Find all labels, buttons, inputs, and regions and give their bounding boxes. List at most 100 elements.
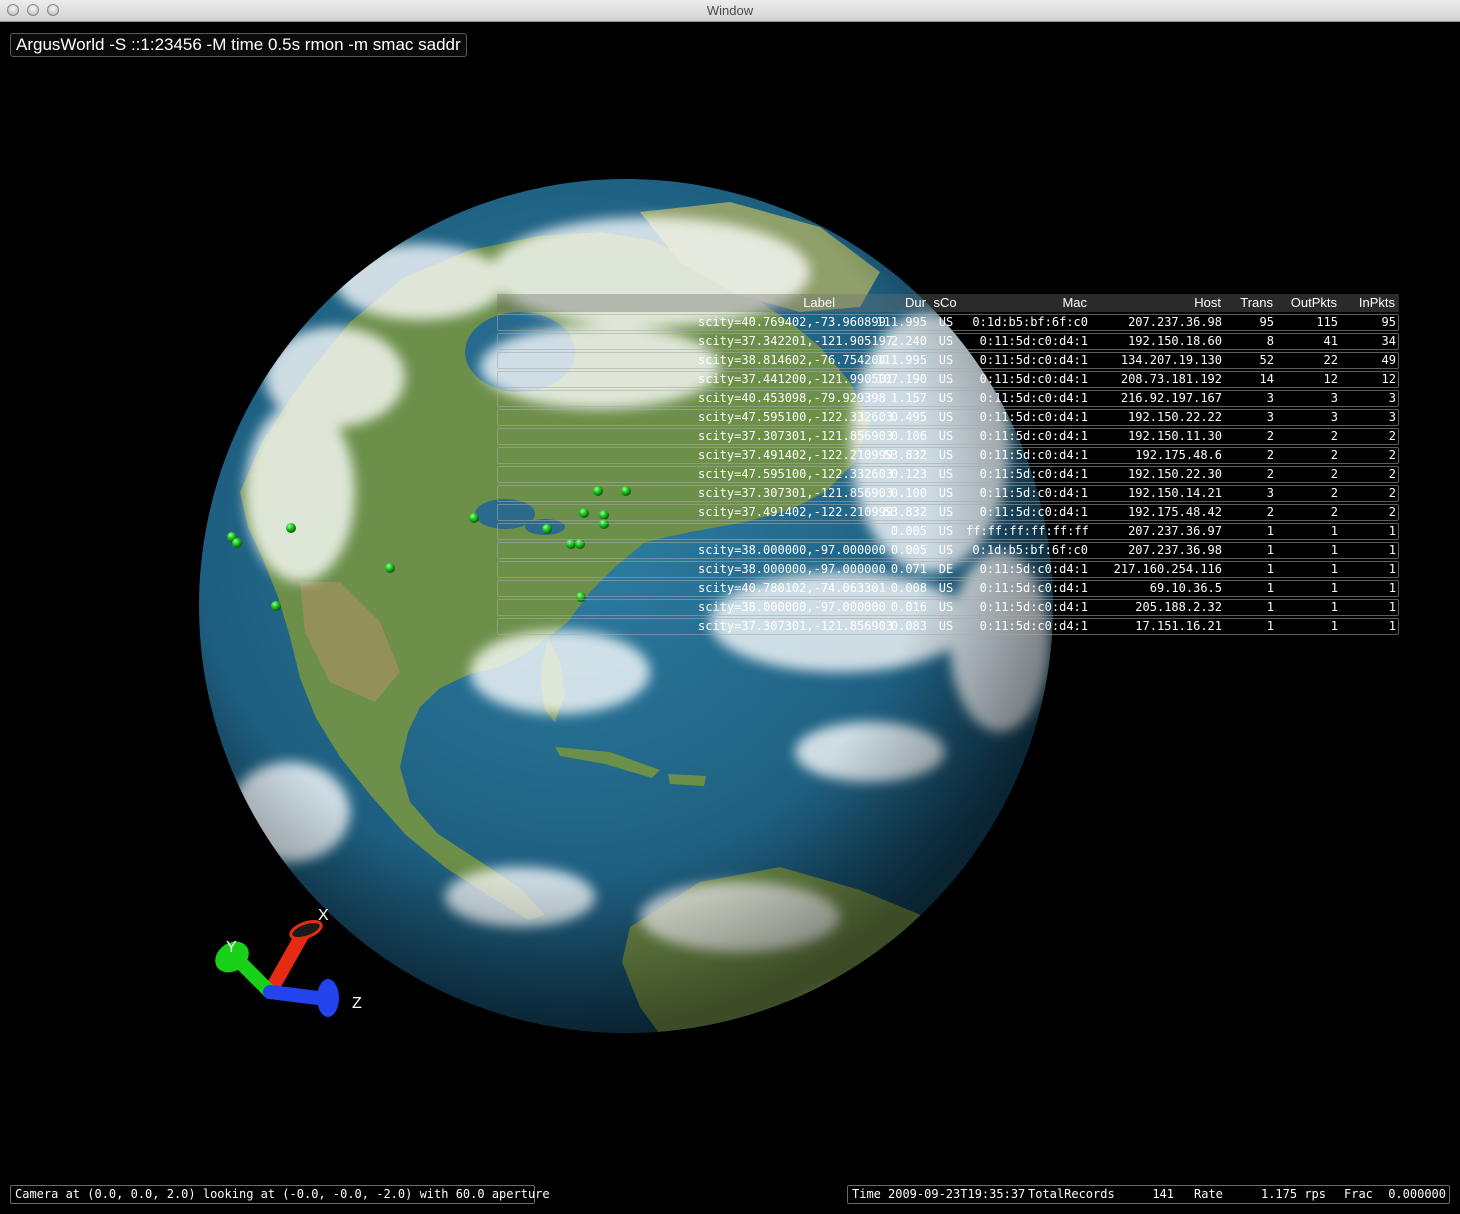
host-marker[interactable] bbox=[469, 513, 479, 523]
z-axis-arrow bbox=[263, 985, 325, 1005]
table-row[interactable]: scity=37.307301,-121.856903 0.083 US 0:11:5… bbox=[497, 618, 1399, 635]
table-row[interactable]: scity=37.342201,-121.905197 2.240 US 0:11:5… bbox=[497, 333, 1399, 350]
cell-mac: 0:11:5d:c0:d4:1 bbox=[979, 619, 1088, 633]
cell-trans: 95 bbox=[1259, 315, 1274, 329]
cell-trans: 14 bbox=[1259, 372, 1274, 386]
cell-sco: US bbox=[938, 619, 954, 633]
cell-dur: 0.123 bbox=[890, 467, 927, 481]
cell-outpkts: 115 bbox=[1316, 315, 1338, 329]
cell-trans: 2 bbox=[1266, 448, 1274, 462]
cell-label: scity=37.342201,-121.905197 bbox=[698, 334, 894, 348]
cell-sco: US bbox=[938, 429, 954, 443]
cell-trans: 3 bbox=[1266, 391, 1274, 405]
cell-dur: 0.083 bbox=[890, 619, 927, 633]
table-row[interactable]: scity=37.307301,-121.856903 0.106 US 0:11:5… bbox=[497, 428, 1399, 445]
cell-outpkts: 1 bbox=[1330, 581, 1338, 595]
cell-inpkts: 2 bbox=[1388, 429, 1396, 443]
cell-host: 207.237.36.98 bbox=[1128, 315, 1222, 329]
table-row[interactable]: scity=47.595100,-122.332603 0.495 US 0:11:5… bbox=[497, 409, 1399, 426]
header-dur[interactable]: Dur bbox=[842, 294, 926, 312]
cell-sco: US bbox=[938, 600, 954, 614]
time-value: 2009-09-23T19:35:37 bbox=[888, 1187, 1026, 1201]
table-row[interactable]: scity=40.780102,-74.063301 0.008 US 0:11:5d… bbox=[497, 580, 1399, 597]
cell-sco: US bbox=[938, 505, 954, 519]
cell-mac: 0:11:5d:c0:d4:1 bbox=[979, 467, 1088, 481]
host-marker[interactable] bbox=[385, 563, 395, 573]
y-axis-label: Y bbox=[226, 939, 237, 956]
cell-outpkts: 1 bbox=[1330, 562, 1338, 576]
window-title: Window bbox=[706, 3, 754, 18]
cell-label: scity=38.000000,-97.000000 bbox=[698, 562, 886, 576]
table-row[interactable]: 0.005 US ff:ff:ff:ff:ff:ff 207.237.36.97 1 1 1 bbox=[497, 523, 1399, 540]
table-row[interactable]: scity=40.769402,-73.960899 111.995 US 0:1d:… bbox=[497, 314, 1399, 331]
cell-host: 192.150.11.30 bbox=[1128, 429, 1222, 443]
cell-inpkts: 1 bbox=[1388, 600, 1396, 614]
cell-sco: US bbox=[938, 353, 954, 367]
cell-dur: 0.071 bbox=[890, 562, 927, 576]
table-row[interactable]: scity=38.814602,-76.754204 111.995 US 0:11:… bbox=[497, 352, 1399, 369]
cell-outpkts: 22 bbox=[1323, 353, 1338, 367]
table-row[interactable]: scity=37.491402,-122.210999 53.832 US 0:11:… bbox=[497, 447, 1399, 464]
host-marker[interactable] bbox=[271, 601, 281, 611]
rate-label: Rate bbox=[1194, 1187, 1223, 1201]
cell-dur: 53.832 bbox=[883, 505, 927, 519]
cell-label: scity=38.814602,-76.754204 bbox=[698, 353, 886, 367]
cell-dur: 0.100 bbox=[890, 486, 927, 500]
cell-inpkts: 1 bbox=[1388, 543, 1396, 557]
header-inpkts[interactable]: InPkts bbox=[1343, 294, 1395, 312]
cell-host: 192.150.22.30 bbox=[1128, 467, 1222, 481]
host-marker[interactable] bbox=[232, 538, 242, 548]
table-row[interactable]: scity=38.000000,-97.000000 0.016 US 0:11:5d… bbox=[497, 599, 1399, 616]
cell-host: 208.73.181.192 bbox=[1120, 372, 1222, 386]
rate-value: 1.175 rps bbox=[1260, 1187, 1326, 1201]
header-outpkts[interactable]: OutPkts bbox=[1279, 294, 1337, 312]
cell-label: scity=37.441200,-121.990501 bbox=[698, 372, 894, 386]
cell-host: 192.175.48.42 bbox=[1128, 505, 1222, 519]
cell-mac: 0:1d:b5:bf:6f:c0 bbox=[972, 315, 1088, 329]
table-row[interactable]: scity=40.453098,-79.929398 1.157 US 0:11:5d… bbox=[497, 390, 1399, 407]
title-bar[interactable]: Window bbox=[0, 0, 1460, 22]
table-row[interactable]: scity=38.000000,-97.000000 0.005 US 0:1d:b5… bbox=[497, 542, 1399, 559]
cell-dur: 111.995 bbox=[876, 315, 927, 329]
header-trans[interactable]: Trans bbox=[1227, 294, 1273, 312]
cell-dur: 2.240 bbox=[890, 334, 927, 348]
cell-inpkts: 2 bbox=[1388, 486, 1396, 500]
table-row[interactable]: scity=37.307301,-121.856903 0.100 US 0:11:5… bbox=[497, 485, 1399, 502]
command-line-label: ArgusWorld -S ::1:23456 -M time 0.5s rmo… bbox=[10, 33, 467, 57]
cell-trans: 52 bbox=[1259, 353, 1274, 367]
cell-dur: 0.005 bbox=[890, 524, 927, 538]
cell-inpkts: 1 bbox=[1388, 581, 1396, 595]
table-row[interactable]: scity=38.000000,-97.000000 0.071 DE 0:11:5d… bbox=[497, 561, 1399, 578]
app-window: Window X Y Z ArgusWorld -S::1:23456 -M … bbox=[0, 0, 1460, 1214]
cell-trans: 1 bbox=[1266, 562, 1274, 576]
cell-label: scity=37.491402,-122.210999 bbox=[698, 448, 894, 462]
cell-mac: 0:11:5d:c0:d4:1 bbox=[979, 334, 1088, 348]
cell-inpkts: 1 bbox=[1388, 562, 1396, 576]
cell-outpkts: 2 bbox=[1330, 467, 1338, 481]
cell-trans: 1 bbox=[1266, 619, 1274, 633]
cell-outpkts: 2 bbox=[1330, 505, 1338, 519]
table-header: Label Dur sCo Mac Host Trans OutPkts InP… bbox=[497, 294, 1399, 312]
camera-status: Camera at (0.0, 0.0, 2.0) looking at (-0… bbox=[10, 1185, 550, 1204]
table-row[interactable]: scity=37.491402,-122.210999 53.832 US 0:11:… bbox=[497, 504, 1399, 521]
table-row[interactable]: scity=47.595100,-122.332603 0.123 US 0:11:5… bbox=[497, 466, 1399, 483]
cell-mac: 0:1d:b5:bf:6f:c0 bbox=[972, 543, 1088, 557]
cell-host: 192.150.18.60 bbox=[1128, 334, 1222, 348]
header-sco[interactable]: sCo bbox=[933, 294, 957, 312]
cell-trans: 1 bbox=[1266, 600, 1274, 614]
cell-sco: US bbox=[938, 467, 954, 481]
cell-dur: 0.106 bbox=[890, 429, 927, 443]
cell-sco: US bbox=[938, 410, 954, 424]
cell-sco: US bbox=[938, 391, 954, 405]
cell-mac: 0:11:5d:c0:d4:1 bbox=[979, 562, 1088, 576]
header-host[interactable]: Host bbox=[1095, 294, 1221, 312]
cell-outpkts: 3 bbox=[1330, 410, 1338, 424]
cell-trans: 1 bbox=[1266, 543, 1274, 557]
header-mac[interactable]: Mac bbox=[965, 294, 1087, 312]
header-label[interactable]: Label bbox=[697, 294, 835, 312]
cell-inpkts: 12 bbox=[1381, 372, 1396, 386]
cell-sco: US bbox=[938, 448, 954, 462]
table-row[interactable]: scity=37.441200,-121.990501 107.190 US 0:11… bbox=[497, 371, 1399, 388]
host-marker[interactable] bbox=[286, 523, 296, 533]
cell-sco: US bbox=[938, 543, 954, 557]
